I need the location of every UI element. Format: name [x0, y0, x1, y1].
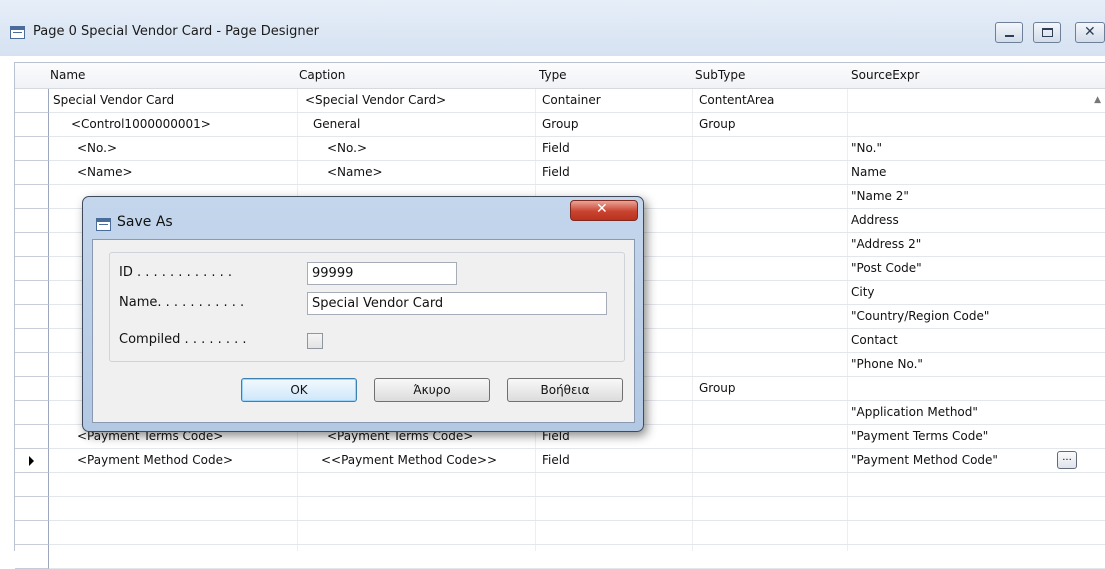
- cell-sourceexpr[interactable]: Address: [851, 213, 899, 227]
- row-selector[interactable]: [15, 161, 49, 185]
- help-button[interactable]: Βοήθεια: [507, 378, 623, 402]
- cell-sourceexpr[interactable]: "Phone No.": [851, 357, 923, 371]
- save-as-dialog: Save As ✕ ID . . . . . . . . . . . . Nam…: [82, 196, 644, 432]
- cell-type[interactable]: Container: [542, 93, 601, 107]
- name-field[interactable]: [307, 292, 607, 315]
- row-selector[interactable]: [15, 89, 49, 113]
- assist-edit-button[interactable]: ...: [1057, 451, 1077, 469]
- table-row[interactable]: [15, 473, 1105, 497]
- column-header-sourceexpr[interactable]: SourceExpr: [851, 68, 919, 82]
- cell-sourceexpr[interactable]: "Post Code": [851, 261, 922, 275]
- maximize-button[interactable]: [1033, 22, 1061, 43]
- cell-caption[interactable]: <<Payment Method Code>>: [321, 453, 497, 467]
- column-header-caption[interactable]: Caption: [299, 68, 345, 82]
- table-row[interactable]: [15, 497, 1105, 521]
- cell-subtype[interactable]: Group: [699, 117, 736, 131]
- current-row-arrow-icon: [29, 456, 34, 466]
- fields-group: ID . . . . . . . . . . . . Name. . . . .…: [109, 252, 625, 362]
- window-title-bar: Page 0 Special Vendor Card - Page Design…: [0, 0, 1105, 56]
- cell-type[interactable]: Group: [542, 117, 579, 131]
- row-selector[interactable]: [15, 473, 49, 497]
- row-selector[interactable]: [15, 353, 49, 377]
- dialog-title: Save As: [117, 214, 173, 230]
- row-selector[interactable]: [15, 137, 49, 161]
- window-title: Page 0 Special Vendor Card - Page Design…: [33, 24, 319, 39]
- compiled-label: Compiled . . . . . . . .: [119, 332, 247, 347]
- table-row[interactable]: <Control1000000001> General Group Group: [15, 113, 1105, 137]
- table-row[interactable]: [15, 521, 1105, 545]
- row-selector[interactable]: [15, 401, 49, 425]
- cell-sourceexpr[interactable]: "Address 2": [851, 237, 921, 251]
- grid-header: Name Caption Type SubType SourceExpr: [15, 63, 1105, 89]
- close-icon: ✕: [1084, 24, 1096, 40]
- cell-name[interactable]: <Payment Method Code>: [77, 453, 233, 467]
- row-selector[interactable]: [15, 113, 49, 137]
- id-field[interactable]: [307, 262, 457, 285]
- ok-button[interactable]: OK: [241, 378, 357, 402]
- column-header-type[interactable]: Type: [539, 68, 567, 82]
- row-selector[interactable]: [15, 209, 49, 233]
- table-row[interactable]: [15, 545, 1105, 569]
- cell-caption[interactable]: <Special Vendor Card>: [305, 93, 446, 107]
- dialog-body: ID . . . . . . . . . . . . Name. . . . .…: [92, 239, 635, 423]
- cell-type[interactable]: Field: [542, 165, 570, 179]
- maximize-icon: [1042, 28, 1053, 37]
- cell-caption[interactable]: General: [313, 117, 360, 131]
- cell-sourceexpr[interactable]: "Payment Method Code": [851, 453, 998, 467]
- cell-sourceexpr[interactable]: City: [851, 285, 875, 299]
- id-label: ID . . . . . . . . . . . .: [119, 265, 233, 280]
- cell-name[interactable]: <Control1000000001>: [71, 117, 211, 131]
- cell-sourceexpr[interactable]: Name: [851, 165, 886, 179]
- cell-subtype[interactable]: ContentArea: [699, 93, 774, 107]
- cancel-button[interactable]: Άκυρο: [374, 378, 490, 402]
- table-row[interactable]: Special Vendor Card <Special Vendor Card>…: [15, 89, 1105, 113]
- row-selector[interactable]: [15, 545, 49, 569]
- page-designer-icon: [10, 26, 25, 39]
- cell-sourceexpr[interactable]: "Name 2": [851, 189, 909, 203]
- row-selector[interactable]: [15, 377, 49, 401]
- column-header-name[interactable]: Name: [50, 68, 85, 82]
- row-selector[interactable]: [15, 497, 49, 521]
- cell-caption[interactable]: <No.>: [327, 141, 367, 155]
- row-selector[interactable]: [15, 281, 49, 305]
- table-row[interactable]: <Payment Method Code> <<Payment Method Co…: [15, 449, 1105, 473]
- table-row[interactable]: <Name> <Name> Field Name: [15, 161, 1105, 185]
- dialog-icon: [96, 218, 111, 231]
- cell-sourceexpr[interactable]: "Country/Region Code": [851, 309, 989, 323]
- cell-name[interactable]: <Name>: [77, 165, 133, 179]
- column-header-subtype[interactable]: SubType: [695, 68, 745, 82]
- table-row[interactable]: <No.> <No.> Field "No.": [15, 137, 1105, 161]
- minimize-button[interactable]: [995, 22, 1023, 43]
- row-selector[interactable]: [15, 329, 49, 353]
- compiled-checkbox[interactable]: [307, 333, 323, 349]
- cell-type[interactable]: Field: [542, 453, 570, 467]
- cell-subtype[interactable]: Group: [699, 381, 736, 395]
- cell-sourceexpr[interactable]: "Payment Terms Code": [851, 429, 988, 443]
- row-selector[interactable]: [15, 257, 49, 281]
- row-selector[interactable]: [15, 521, 49, 545]
- row-selector[interactable]: [15, 185, 49, 209]
- cell-name[interactable]: <No.>: [77, 141, 117, 155]
- close-icon: ✕: [596, 201, 608, 217]
- row-selector[interactable]: [15, 305, 49, 329]
- row-selector[interactable]: [15, 233, 49, 257]
- cell-name[interactable]: Special Vendor Card: [53, 93, 174, 107]
- row-selector[interactable]: [15, 425, 49, 449]
- cell-type[interactable]: Field: [542, 141, 570, 155]
- cell-sourceexpr[interactable]: "No.": [851, 141, 882, 155]
- dialog-close-button[interactable]: ✕: [570, 200, 638, 221]
- cell-sourceexpr[interactable]: "Application Method": [851, 405, 978, 419]
- close-window-button[interactable]: ✕: [1075, 22, 1105, 43]
- cell-sourceexpr[interactable]: Contact: [851, 333, 898, 347]
- name-label: Name. . . . . . . . . . .: [119, 295, 245, 310]
- minimize-icon: [1005, 35, 1014, 37]
- cell-caption[interactable]: <Name>: [327, 165, 383, 179]
